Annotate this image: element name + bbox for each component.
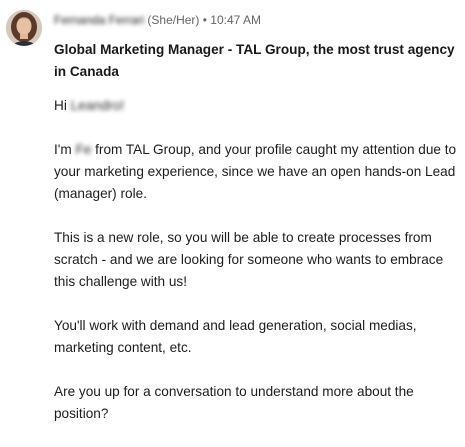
intro-prefix: I'm (54, 142, 76, 157)
sender-pronouns: (She/Her) (147, 13, 200, 27)
greeting-text: Hi (54, 98, 71, 113)
message-timestamp: 10:47 AM (210, 13, 261, 27)
recipient-name: Leandro! (70, 98, 125, 113)
message-paragraph-question: Are you up for a conversation to underst… (54, 384, 414, 421)
message-paragraph-intro: I'm Fe from TAL Group, and your profile … (54, 139, 459, 205)
intro-text: from TAL Group, and your profile caught … (54, 142, 457, 201)
sender-avatar[interactable] (6, 10, 42, 46)
message-body: Global Marketing Manager - TAL Group, th… (54, 39, 459, 447)
separator-dot: • (202, 13, 207, 27)
message-subject: Global Marketing Manager - TAL Group, th… (54, 42, 455, 79)
message-header: Fernanda Ferrari (She/Her) • 10:47 AM (54, 12, 457, 28)
message-paragraph-role: This is a new role, so you will be able … (54, 230, 444, 289)
sender-name[interactable]: Fernanda Ferrari (54, 12, 144, 28)
message-item: Fernanda Ferrari (She/Her) • 10:47 AM Gl… (0, 0, 465, 421)
avatar-photo (6, 10, 42, 46)
message-paragraph-duties: You'll work with demand and lead generat… (54, 318, 417, 355)
greeting-line: Hi Leandro! (54, 95, 459, 117)
sender-nickname: Fe (75, 142, 92, 157)
